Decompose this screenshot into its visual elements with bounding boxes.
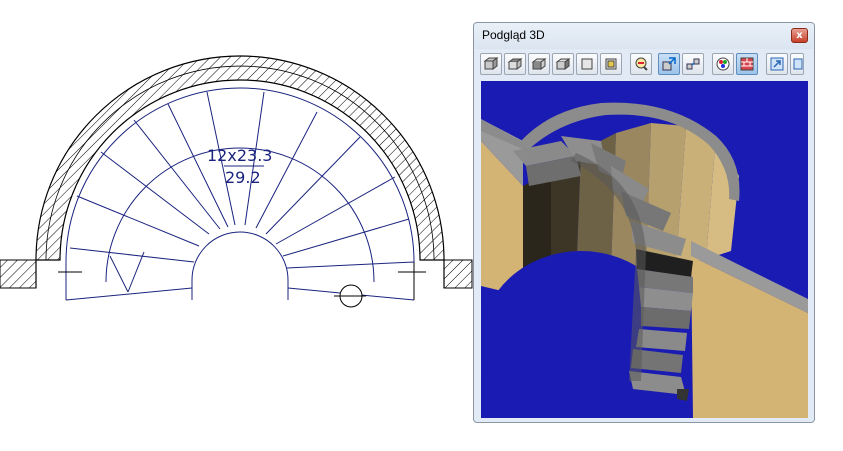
view-front-button[interactable] xyxy=(480,53,502,75)
wall-right xyxy=(443,259,473,289)
window-titlebar[interactable]: Podgląd 3D x xyxy=(474,23,814,49)
render-mode-icon xyxy=(716,57,730,71)
preview-3d-window[interactable]: Podgląd 3D x xyxy=(473,22,815,423)
view-bottom-button[interactable] xyxy=(600,53,622,75)
view-top-button[interactable] xyxy=(504,53,526,75)
toolbar-overflow-button[interactable] xyxy=(790,53,804,75)
tread-length-label: 29.2 xyxy=(225,168,261,187)
view-bottom-icon xyxy=(605,58,617,70)
texture-icon xyxy=(740,57,754,71)
render-mode-button[interactable] xyxy=(712,53,734,75)
more-icon xyxy=(793,58,803,70)
view-left-icon xyxy=(531,58,547,70)
view-front-icon xyxy=(483,57,499,70)
texture-button[interactable] xyxy=(736,53,758,75)
view-top-icon xyxy=(507,58,523,70)
zoom-button[interactable] xyxy=(630,53,652,75)
export-icon xyxy=(770,57,784,71)
viewport-3d[interactable] xyxy=(481,81,808,418)
close-icon: x xyxy=(796,30,803,41)
view-left-button[interactable] xyxy=(528,53,550,75)
view-toolbar xyxy=(480,53,810,79)
rotate-icon xyxy=(662,57,676,71)
step-count-size-label: 12x23.3 xyxy=(207,146,272,165)
view-back-icon xyxy=(581,58,593,70)
window-title: Podgląd 3D xyxy=(482,28,545,42)
view-right-icon xyxy=(555,58,571,70)
export-button[interactable] xyxy=(766,53,788,75)
rotate-button[interactable] xyxy=(658,53,680,75)
view-back-button[interactable] xyxy=(576,53,598,75)
wall-left xyxy=(0,259,37,289)
view-right-button[interactable] xyxy=(552,53,574,75)
close-button[interactable]: x xyxy=(791,28,808,43)
pan-button[interactable] xyxy=(682,53,704,75)
pan-icon xyxy=(686,58,700,70)
zoom-icon xyxy=(635,57,648,71)
